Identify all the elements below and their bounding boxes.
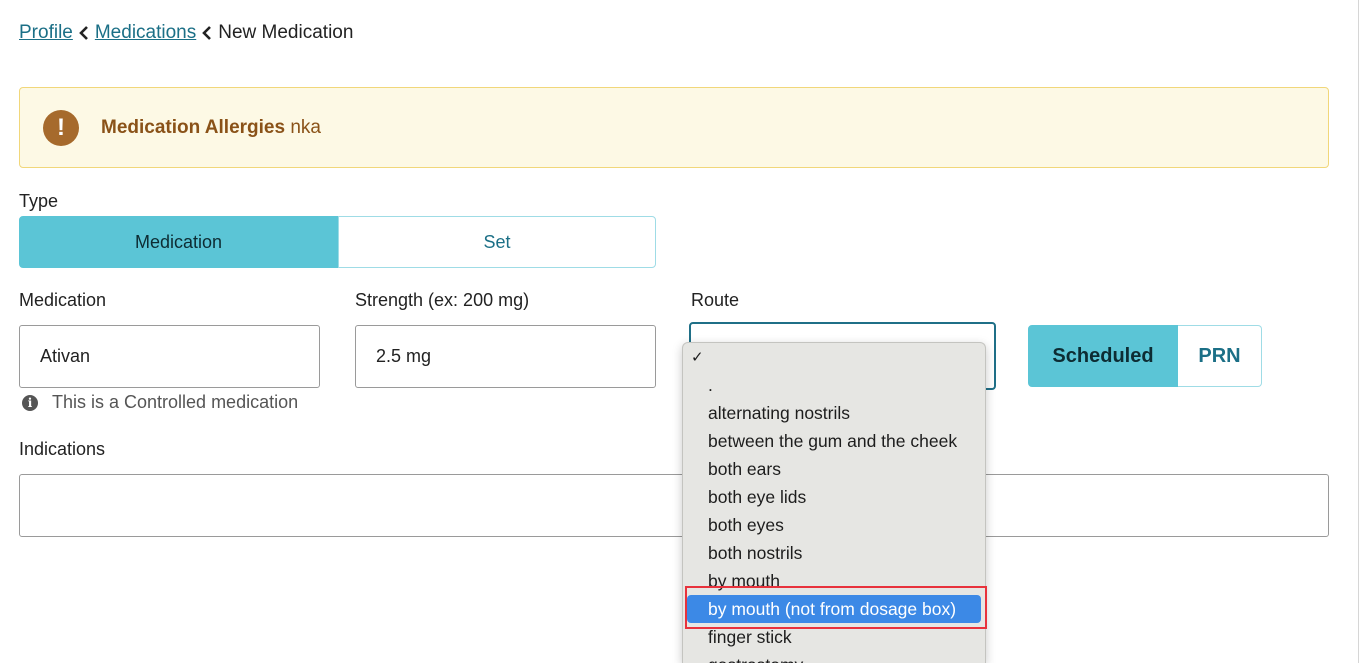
allergy-alert-value: nka [290, 116, 321, 138]
indications-label: Indications [19, 439, 106, 459]
strength-input[interactable]: 2.5 mg [355, 325, 656, 388]
strength-label: Strength (ex: 200 mg) [355, 290, 530, 310]
type-option-medication[interactable]: Medication [19, 216, 338, 268]
allergy-alert-title: Medication Allergies [101, 116, 286, 138]
route-option[interactable]: alternating nostrils [687, 399, 981, 427]
chevron-left-icon [196, 26, 218, 40]
indications-input[interactable] [19, 474, 1329, 537]
route-option[interactable]: gastrostomy [687, 651, 981, 663]
type-label: Type [19, 191, 59, 211]
medication-input[interactable]: Ativan [19, 325, 320, 388]
type-option-set[interactable]: Set [338, 216, 656, 268]
breadcrumb-current: New Medication [218, 22, 354, 43]
page-scrollbar-edge [1358, 0, 1359, 663]
medication-label: Medication [19, 290, 107, 310]
allergy-alert: ! Medication Allergies nka [19, 87, 1329, 168]
breadcrumb-link-profile[interactable]: Profile [19, 22, 73, 44]
route-option[interactable]: both eye lids [687, 483, 981, 511]
breadcrumb-link-medications[interactable]: Medications [95, 22, 196, 44]
controlled-medication-text: This is a Controlled medication [52, 392, 299, 412]
route-option[interactable]: both ears [687, 455, 981, 483]
allergy-alert-text: Medication Allergies nka [101, 117, 321, 139]
route-label: Route [691, 290, 740, 310]
route-option[interactable]: between the gum and the cheek [687, 427, 981, 455]
route-option[interactable]: both nostrils [687, 539, 981, 567]
breadcrumb: Profile Medications New Medication [19, 20, 353, 46]
info-icon: i [22, 394, 38, 411]
schedule-option-prn[interactable]: PRN [1178, 325, 1262, 387]
schedule-toggle: Scheduled PRN [1028, 325, 1262, 387]
chevron-left-icon [73, 26, 95, 40]
exclamation-icon: ! [43, 109, 79, 146]
route-option[interactable]: . [687, 371, 981, 399]
checkmark-icon: ✓ [691, 349, 704, 366]
route-option[interactable]: both eyes [687, 511, 981, 539]
controlled-medication-note: i This is a Controlled medication [22, 392, 298, 413]
highlight-annotation-box [685, 586, 987, 629]
schedule-option-scheduled[interactable]: Scheduled [1028, 325, 1178, 387]
